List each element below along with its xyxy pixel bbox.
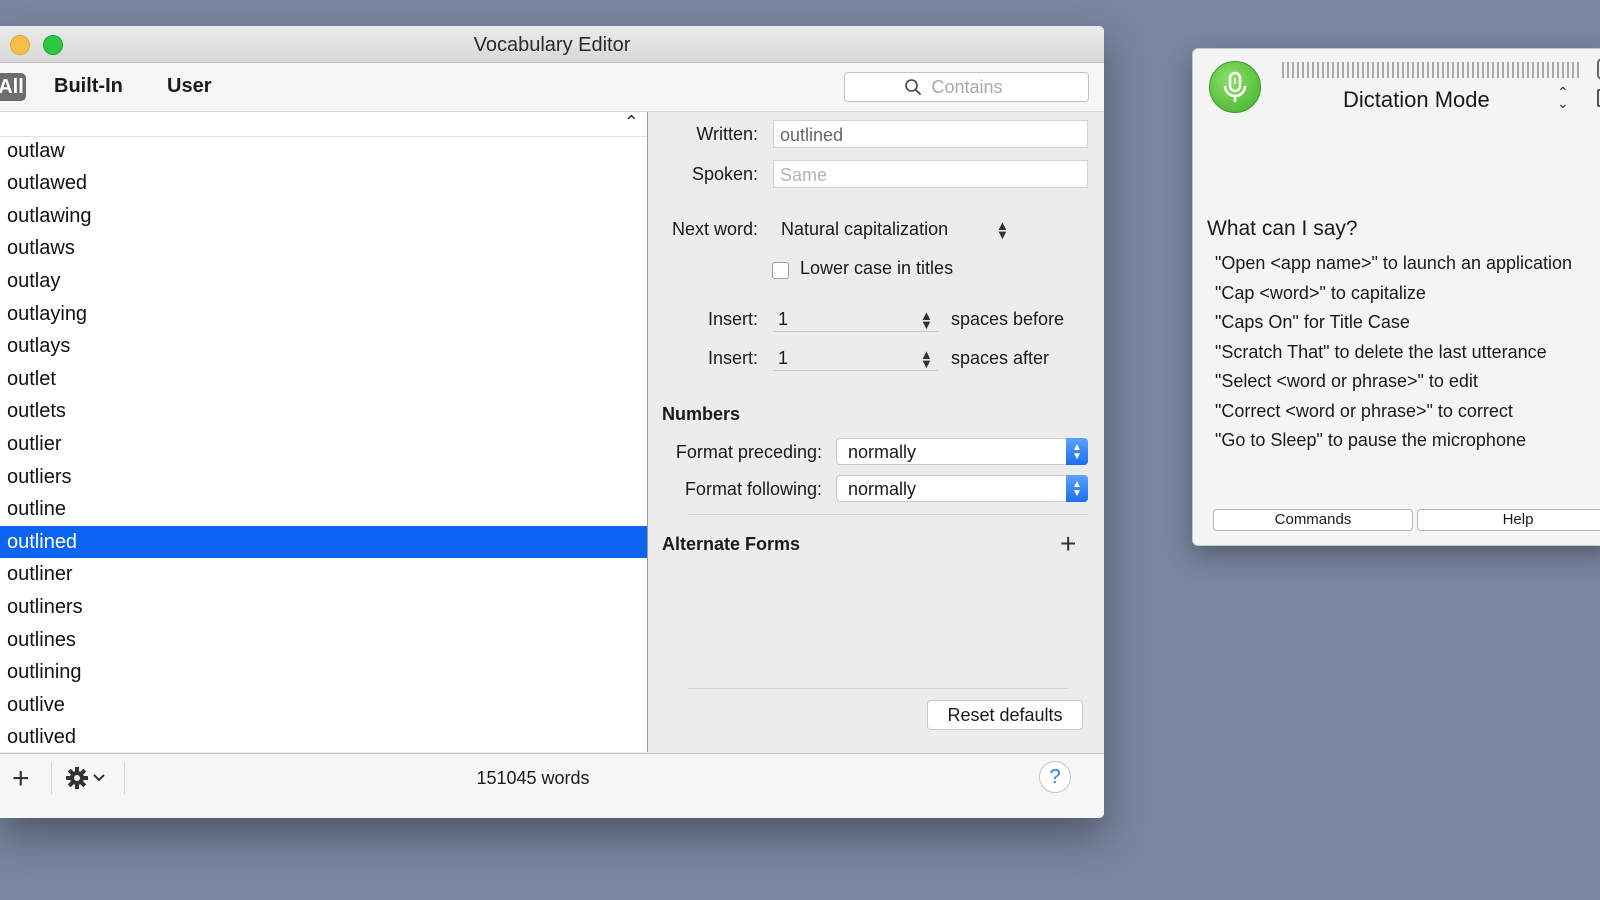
scope-tab-all[interactable]: All [0,73,26,101]
spoken-field[interactable]: Same [773,160,1088,188]
word-list-item[interactable]: outlawed [0,167,647,200]
insert-before-label: Insert: [707,309,758,329]
updown-arrows-icon[interactable]: ▲ ▼ [996,219,1009,241]
format-preceding-label: Format preceding: [675,442,822,462]
word-list-item[interactable]: outlaws [0,232,647,265]
title-bar[interactable]: Vocabulary Editor [0,26,1104,63]
select-arrows-icon[interactable]: ▲ ▼ [1066,475,1088,502]
lower-case-checkbox[interactable] [772,262,789,279]
reset-defaults-button[interactable]: Reset defaults [927,700,1083,730]
numbers-heading: Numbers [662,404,741,424]
format-preceding-value: normally [848,442,917,462]
separator [688,514,1088,515]
word-list-item[interactable]: outlier [0,428,647,461]
alternate-forms-heading: Alternate Forms [662,534,801,554]
word-list-item[interactable]: outliers [0,461,647,494]
word-list-pane[interactable]: ⌃ outlastsoutlawoutlawedoutlawingoutlaws… [0,112,648,752]
help-panel-button[interactable]: Help [1417,509,1600,531]
what-can-i-say-heading: What can I say? [1207,217,1358,240]
word-detail-pane: Written: outlined Spoken: Same Next word… [648,112,1104,752]
insert-after-label: Insert: [707,348,758,368]
command-hint: "Caps On" for Title Case [1215,312,1410,332]
word-list-item[interactable]: outlaying [0,298,647,331]
written-field[interactable]: outlined [773,120,1088,148]
insert-before-stepper-icon[interactable]: ▲ ▼ [920,309,933,331]
mode-switch-arrows-icon[interactable]: ⌃ ⌄ [1557,85,1569,110]
insert-before-field[interactable]: 1 [773,306,938,332]
word-list[interactable]: outlastsoutlawoutlawedoutlawingoutlawsou… [0,112,647,752]
format-following-value: normally [848,479,917,499]
window-title: Vocabulary Editor [473,34,631,56]
command-hint-list: "Open <app name>" to launch an applicati… [1215,249,1600,456]
word-list-item[interactable]: outlay [0,265,647,298]
word-list-item[interactable]: outlines [0,624,647,657]
dictation-panel: Dictation Mode ⌃ ⌄ What can I say? "Open … [1192,48,1600,546]
word-list-item[interactable]: outlet [0,363,647,396]
sort-chevron-up-icon[interactable]: ⌃ [624,112,639,133]
word-list-item[interactable]: outlaw [0,135,647,168]
word-list-item[interactable]: outlive [0,689,647,722]
command-hint: "Correct <word or phrase>" to correct [1215,400,1513,421]
scope-tab-built-in[interactable]: Built-In [54,75,123,98]
help-button[interactable]: ? [1039,761,1071,793]
scope-tab-user[interactable]: User [167,75,211,98]
microphone-button[interactable] [1209,61,1261,113]
word-count: 151045 words [476,768,590,788]
command-hint: "Go to Sleep" to pause the microphone [1215,430,1526,450]
word-list-item[interactable]: outlays [0,330,647,363]
magnifier-icon [904,79,921,95]
microphone-icon [1223,71,1247,102]
commands-button[interactable]: Commands [1213,509,1413,531]
written-label: Written: [696,124,758,144]
lower-case-label: Lower case in titles [800,258,954,278]
dictation-mode-title[interactable]: Dictation Mode [1343,87,1490,113]
command-hint: "Open <app name>" to launch an applicati… [1215,253,1573,273]
add-alternate-form-icon[interactable]: + [1060,530,1076,558]
list-header[interactable]: ⌃ [0,112,647,137]
next-word-label: Next word: [671,219,758,239]
search-field[interactable] [844,72,1089,102]
spaces-before-label: spaces before [951,309,1065,329]
word-list-item[interactable]: outlined [0,525,647,559]
format-following-select[interactable]: normally ▲ ▼ [836,475,1088,502]
vocabulary-editor-window: Vocabulary Editor All Built-In User ⌃ ou… [0,26,1104,818]
insert-after-stepper-icon[interactable]: ▲ ▼ [920,348,933,370]
word-list-item[interactable]: outlawing [0,200,647,233]
toolbar: All Built-In User [0,63,1104,112]
format-following-label: Format following: [684,479,822,499]
word-list-item[interactable]: outline [0,493,647,526]
format-preceding-select[interactable]: normally ▲ ▼ [836,438,1088,465]
word-list-item[interactable]: outlived [0,721,647,752]
word-list-item[interactable]: outlets [0,395,647,428]
spaces-after-label: spaces after [951,348,1050,368]
command-hint: "Select <word or phrase>" to edit [1215,371,1478,391]
command-hint: "Cap <word>" to capitalize [1215,282,1426,303]
word-list-item[interactable]: outlining [0,656,647,689]
bottom-bar: + 151045 words ? [0,753,1104,818]
insert-after-field[interactable]: 1 [773,345,938,371]
word-list-item[interactable]: outliner [0,558,647,591]
word-list-item[interactable]: outliners [0,591,647,624]
spoken-label: Spoken: [691,164,758,184]
next-word-popup[interactable]: Natural capitalization [781,219,948,240]
search-input[interactable] [929,75,1030,99]
select-arrows-icon[interactable]: ▲ ▼ [1066,438,1088,465]
separator [688,688,1068,689]
audio-level-meter [1282,62,1582,78]
command-hint: "Scratch That" to delete the last uttera… [1215,341,1547,362]
